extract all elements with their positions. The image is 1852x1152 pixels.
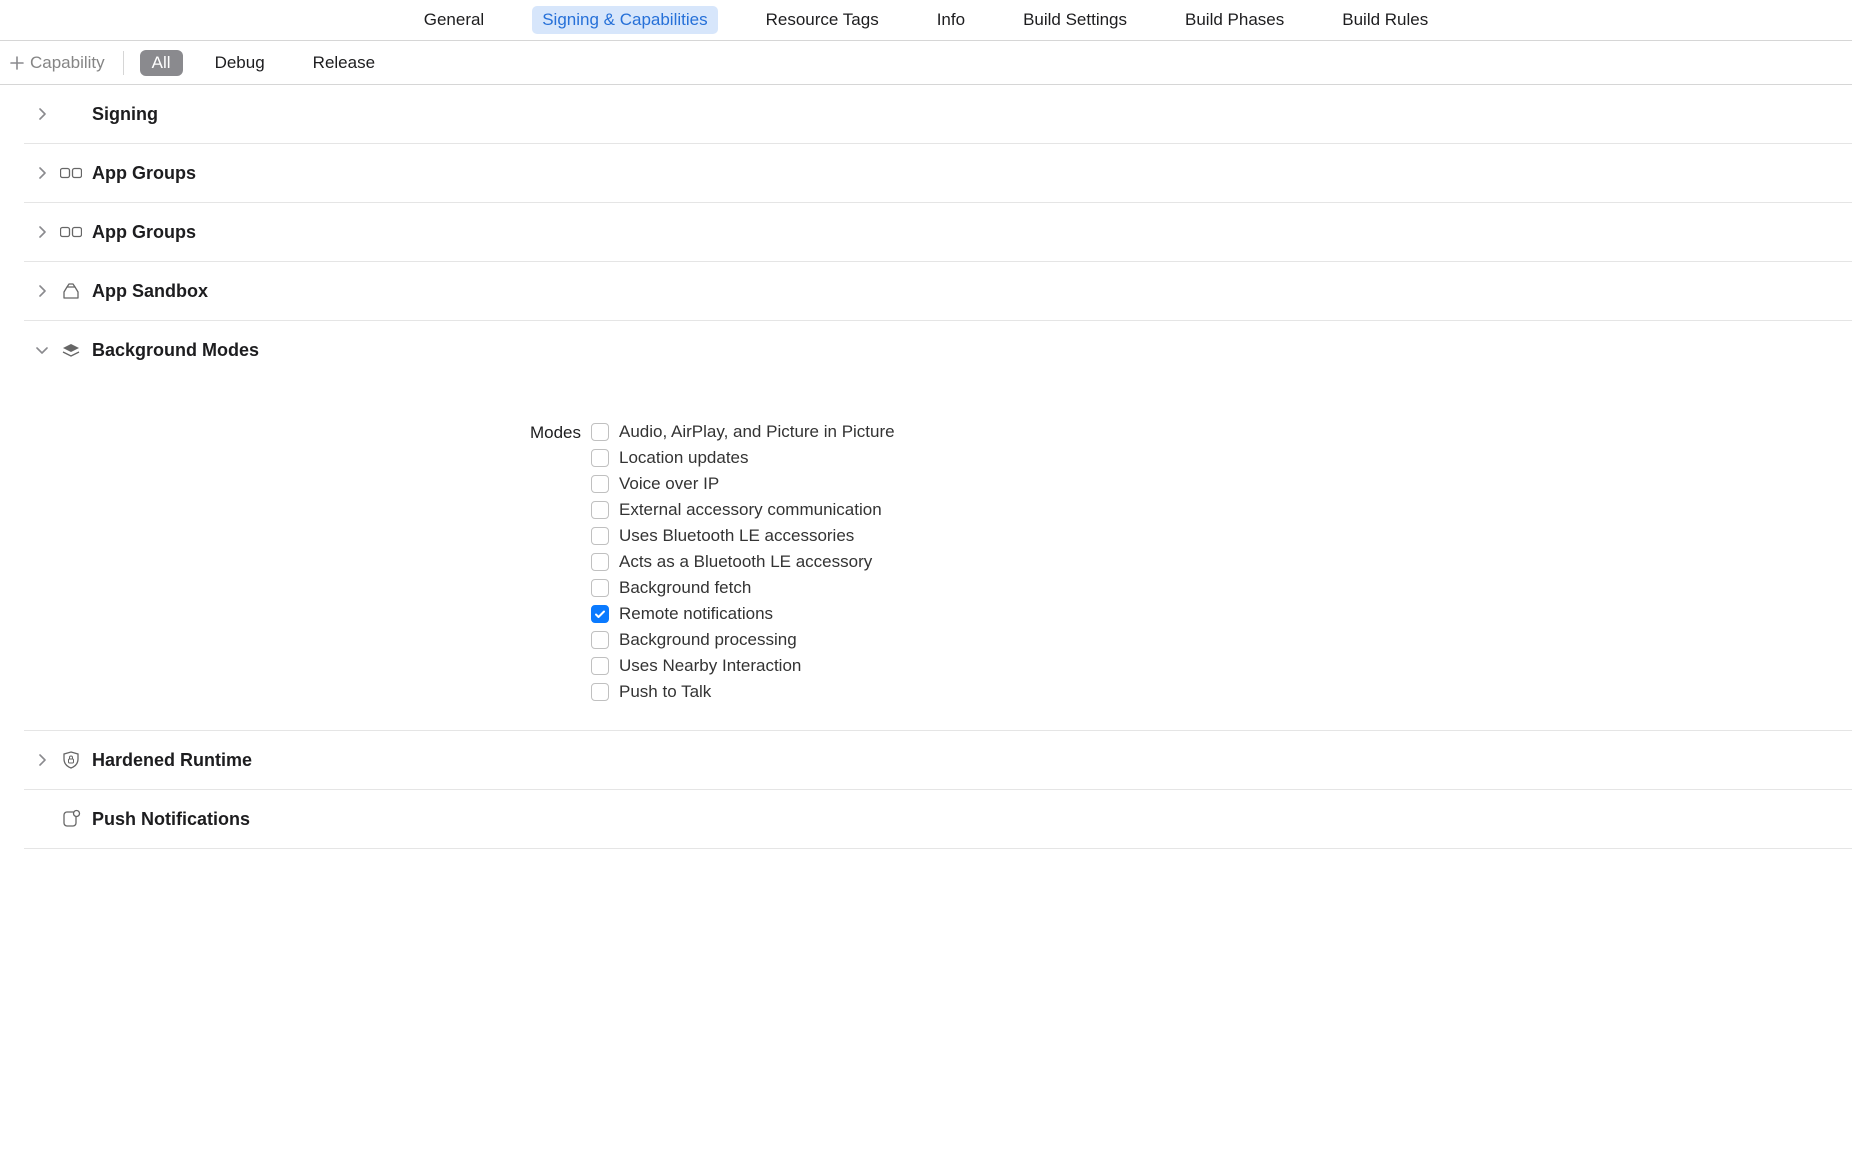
chevron-down-icon (34, 343, 50, 359)
tab-info[interactable]: Info (927, 6, 975, 34)
capabilities-toolbar: Capability All Debug Release (0, 41, 1852, 85)
mode-label: Uses Nearby Interaction (619, 656, 801, 676)
filter-all[interactable]: All (140, 50, 183, 76)
shield-lock-icon (60, 749, 82, 771)
tab-general[interactable]: General (414, 6, 494, 34)
mode-label: Voice over IP (619, 474, 719, 494)
mode-checkbox[interactable] (591, 657, 609, 675)
section-title-push-notifications: Push Notifications (92, 809, 250, 830)
section-title-app-groups: App Groups (92, 222, 196, 243)
mode-label: Remote notifications (619, 604, 773, 624)
mode-label: Background processing (619, 630, 797, 650)
chevron-right-icon (34, 752, 50, 768)
mode-checkbox[interactable] (591, 423, 609, 441)
capabilities-list: Signing App Groups App Groups App Sandbo… (24, 85, 1852, 849)
mode-label: Background fetch (619, 578, 751, 598)
mode-checkbox[interactable] (591, 631, 609, 649)
add-capability-button[interactable]: Capability (10, 53, 105, 73)
section-app-sandbox[interactable]: App Sandbox (24, 262, 1852, 321)
app-groups-icon (60, 162, 82, 184)
app-groups-icon (60, 221, 82, 243)
editor-tabs: General Signing & Capabilities Resource … (0, 0, 1852, 41)
sandbox-icon (60, 280, 82, 302)
background-modes-icon (60, 340, 82, 362)
push-notifications-icon (60, 808, 82, 830)
mode-label: Acts as a Bluetooth LE accessory (619, 552, 872, 572)
modes-list: Audio, AirPlay, and Picture in Picture Lo… (591, 422, 895, 702)
mode-label: Audio, AirPlay, and Picture in Picture (619, 422, 895, 442)
mode-item: Uses Bluetooth LE accessories (591, 526, 895, 546)
filter-release[interactable]: Release (301, 50, 387, 76)
tab-build-settings[interactable]: Build Settings (1013, 6, 1137, 34)
mode-checkbox[interactable] (591, 553, 609, 571)
chevron-right-icon (34, 224, 50, 240)
mode-item: Remote notifications (591, 604, 895, 624)
mode-label: Location updates (619, 448, 749, 468)
mode-label: External accessory communication (619, 500, 882, 520)
chevron-right-icon (34, 106, 50, 122)
section-hardened-runtime[interactable]: Hardened Runtime (24, 731, 1852, 790)
tab-resource-tags[interactable]: Resource Tags (756, 6, 889, 34)
mode-checkbox[interactable] (591, 579, 609, 597)
mode-item: Location updates (591, 448, 895, 468)
toolbar-divider (123, 51, 124, 75)
mode-item: Audio, AirPlay, and Picture in Picture (591, 422, 895, 442)
mode-item: Background fetch (591, 578, 895, 598)
mode-checkbox[interactable] (591, 449, 609, 467)
section-signing[interactable]: Signing (24, 85, 1852, 144)
mode-label: Push to Talk (619, 682, 711, 702)
mode-item: Voice over IP (591, 474, 895, 494)
tab-signing-capabilities[interactable]: Signing & Capabilities (532, 6, 717, 34)
mode-checkbox[interactable] (591, 527, 609, 545)
section-push-notifications[interactable]: Push Notifications (24, 790, 1852, 849)
mode-label: Uses Bluetooth LE accessories (619, 526, 854, 546)
section-title-signing: Signing (92, 104, 158, 125)
mode-checkbox[interactable] (591, 683, 609, 701)
section-title-background-modes: Background Modes (92, 340, 259, 361)
section-app-groups-2[interactable]: App Groups (24, 203, 1852, 262)
mode-checkbox[interactable] (591, 475, 609, 493)
tab-build-phases[interactable]: Build Phases (1175, 6, 1294, 34)
chevron-right-icon (34, 283, 50, 299)
filter-debug[interactable]: Debug (203, 50, 277, 76)
mode-item: Uses Nearby Interaction (591, 656, 895, 676)
mode-checkbox[interactable] (591, 501, 609, 519)
mode-checkbox[interactable] (591, 605, 609, 623)
plus-icon (10, 56, 24, 70)
section-title-app-groups: App Groups (92, 163, 196, 184)
chevron-right-icon (34, 165, 50, 181)
tab-build-rules[interactable]: Build Rules (1332, 6, 1438, 34)
section-background-modes[interactable]: Background Modes (24, 321, 1852, 380)
modes-label: Modes (24, 422, 591, 702)
mode-item: Push to Talk (591, 682, 895, 702)
add-capability-label: Capability (30, 53, 105, 73)
background-modes-body: Modes Audio, AirPlay, and Picture in Pic… (24, 380, 1852, 731)
section-title-app-sandbox: App Sandbox (92, 281, 208, 302)
section-title-hardened-runtime: Hardened Runtime (92, 750, 252, 771)
mode-item: Background processing (591, 630, 895, 650)
mode-item: External accessory communication (591, 500, 895, 520)
section-app-groups-1[interactable]: App Groups (24, 144, 1852, 203)
mode-item: Acts as a Bluetooth LE accessory (591, 552, 895, 572)
